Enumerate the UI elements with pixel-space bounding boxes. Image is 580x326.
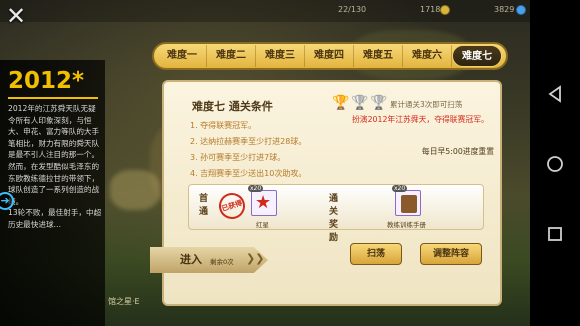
silver-trophy-icon: 🏆 <box>351 95 369 111</box>
manual-book-icon <box>401 195 417 213</box>
tab-difficulty-6[interactable]: 难度六 <box>403 45 452 67</box>
gem-icon <box>516 5 526 15</box>
obtained-stamp: 已获得 <box>215 189 249 223</box>
condition-item: 2. 达纳拉赫赛季至少打进28球。 <box>190 137 307 146</box>
sweep-button[interactable]: 扫荡 <box>350 243 402 265</box>
reward-red-star[interactable]: x20 ★ <box>248 185 277 216</box>
back-icon[interactable] <box>545 84 565 104</box>
energy-counter: 22/130 <box>338 5 367 14</box>
bottom-info: 馆之星·E <box>108 297 140 306</box>
tab-difficulty-2[interactable]: 难度二 <box>207 45 256 67</box>
reward-coach-manual[interactable]: x20 <box>392 185 421 216</box>
tab-difficulty-3[interactable]: 难度三 <box>256 45 305 67</box>
story-divider <box>8 97 98 99</box>
reward-count: x20 <box>392 185 408 192</box>
story-panel: 2012* 2012年的江苏舜天队无疑令所有人印象深刻，与恒大、申花、富力等队的… <box>0 60 105 326</box>
trophy-note: 累计通关3次即可扫荡 <box>390 100 463 109</box>
android-nav-bar <box>530 0 580 326</box>
gold-trophy-icon: 🏆 <box>332 95 350 111</box>
top-status-bar: 22/130 1718 3829 <box>0 0 530 22</box>
recents-icon[interactable] <box>545 224 565 244</box>
coin-counter: 1718 <box>420 5 441 14</box>
reward-name: 教练训练手册 <box>387 221 426 229</box>
condition-item: 4. 吉翔赛季至少送出10次助攻。 <box>190 169 307 178</box>
story-year: 2012* <box>8 68 85 94</box>
story-paragraph: 13轮不败，最佳射手，中超历史最快进球… <box>8 208 102 229</box>
silver-trophy-icon: 🏆 <box>370 95 388 111</box>
reward-count: x20 <box>248 185 264 192</box>
rewards-strip: 首通 已获得 x20 ★ 红星 通关奖励 x20 教练训练手册 <box>188 184 484 243</box>
red-star-icon: ★ <box>255 192 272 213</box>
reset-note: 每日早5:00进度重置 <box>421 147 494 156</box>
coin-icon <box>440 5 450 15</box>
panel-title: 难度七 通关条件 <box>192 100 273 113</box>
game-screen: 22/130 1718 3829 ✕ 2012* 2012年的江苏舜天队无疑令所… <box>0 0 530 326</box>
condition-item: 3. 孙可赛季至少打进7球。 <box>190 153 286 162</box>
close-button[interactable]: ✕ <box>6 4 36 28</box>
tab-difficulty-4[interactable]: 难度四 <box>305 45 354 67</box>
enter-label: 进入 <box>180 253 202 266</box>
reward-name: 红星 <box>256 221 269 229</box>
home-icon[interactable] <box>545 154 565 174</box>
remaining-count: 剩余0次 <box>210 258 234 266</box>
clear-reward-label: 通关奖励 <box>329 194 339 243</box>
trophy-row: 🏆 🏆 🏆 <box>332 95 388 111</box>
difficulty-tabs: 难度一 难度二 难度三 难度四 难度五 难度六 难度七 <box>152 42 508 70</box>
condition-item: 1. 夺得联赛冠军。 <box>190 121 257 130</box>
tab-difficulty-5[interactable]: 难度五 <box>354 45 403 67</box>
story-text: 2012年的江苏舜天队无疑令所有人印象深刻，与恒大、申花、富力等队的大手笔相比，… <box>8 103 102 231</box>
gem-counter: 3829 <box>494 5 515 14</box>
tab-difficulty-1[interactable]: 难度一 <box>158 45 207 67</box>
background-decoration <box>110 170 160 210</box>
enter-button[interactable]: 进入 剩余0次 ❯❯ <box>150 247 268 273</box>
story-paragraph: 2012年的江苏舜天队无疑令所有人印象深刻，与恒大、申花、富力等队的大手笔相比，… <box>8 104 100 206</box>
adjust-lineup-button[interactable]: 调整阵容 <box>420 243 482 265</box>
special-condition: 扮演2012年江苏舜天，夺得联赛冠军。 <box>352 115 489 124</box>
first-clear-label: 首通 <box>199 194 209 217</box>
tab-difficulty-7[interactable]: 难度七 <box>452 45 502 67</box>
